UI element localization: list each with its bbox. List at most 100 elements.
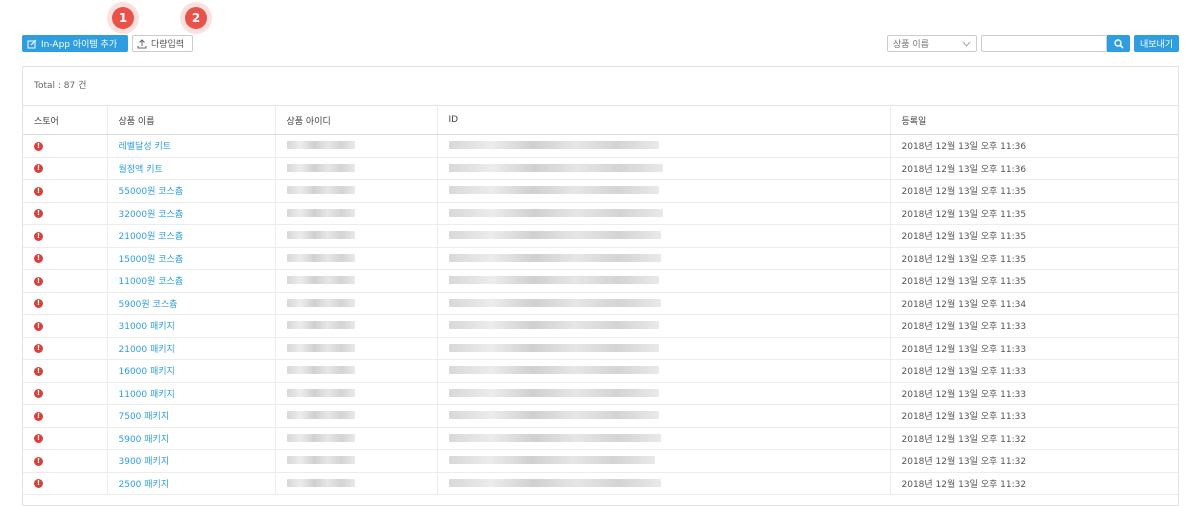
- step-badge-2: 2: [185, 7, 207, 29]
- product-name-cell[interactable]: 2500 패키지: [107, 472, 276, 495]
- column-header-registered-date[interactable]: 등록일: [890, 106, 1178, 135]
- product-id-cell: [275, 224, 438, 248]
- table-row[interactable]: ! 15000원 코스츔 2018년 12월 13일 오후 11:35: [23, 247, 1178, 270]
- product-name-link[interactable]: 21000 패키지: [119, 345, 175, 355]
- store-cell: !: [23, 224, 108, 248]
- product-name-cell[interactable]: 31000 패키지: [107, 314, 276, 338]
- bulk-input-label: 다량입력: [151, 40, 185, 50]
- registered-date-cell: 2018년 12월 13일 오후 11:35: [890, 269, 1178, 293]
- product-name-link[interactable]: 32000원 코스츔: [119, 210, 184, 220]
- id-cell: [437, 247, 891, 270]
- product-name-cell[interactable]: 11000 패키지: [107, 382, 276, 405]
- product-name-cell[interactable]: 55000원 코스츔: [107, 179, 276, 203]
- product-name-link[interactable]: 21000원 코스츔: [119, 232, 184, 242]
- redacted-product-id: [286, 231, 355, 240]
- product-name-cell[interactable]: 32000원 코스츔: [107, 202, 276, 225]
- column-header-product-id[interactable]: 상품 아이디: [275, 106, 438, 135]
- redacted-id: [448, 208, 663, 217]
- product-name-link[interactable]: 16000 패키지: [119, 367, 175, 377]
- items-table: 스토어 상품 이름 상품 아이디 ID 등록일 ! 레벨달성 키트 2018년 12…: [23, 106, 1178, 495]
- store-icon: !: [34, 254, 43, 264]
- table-row[interactable]: ! 3900 패키지 2018년 12월 13일 오후 11:32: [23, 449, 1178, 473]
- product-name-cell[interactable]: 15000원 코스츔: [107, 247, 276, 270]
- redacted-id: [448, 433, 661, 442]
- registered-date-cell: 2018년 12월 13일 오후 11:32: [890, 427, 1178, 450]
- product-name-link[interactable]: 5900원 코스츔: [119, 300, 178, 310]
- product-id-cell: [275, 449, 438, 473]
- table-row[interactable]: ! 2500 패키지 2018년 12월 13일 오후 11:32: [23, 472, 1178, 495]
- store-cell: !: [23, 472, 108, 495]
- id-cell: [437, 157, 891, 180]
- product-name-link[interactable]: 7500 패키지: [119, 412, 170, 422]
- search-input[interactable]: [981, 35, 1107, 52]
- redacted-id: [448, 298, 661, 307]
- table-row[interactable]: ! 레벨달성 키트 2018년 12월 13일 오후 11:36: [23, 134, 1178, 158]
- redacted-id: [448, 478, 661, 487]
- product-name-cell[interactable]: 11000원 코스츔: [107, 269, 276, 293]
- store-cell: !: [23, 247, 108, 270]
- redacted-id: [448, 231, 661, 240]
- store-icon: !: [34, 231, 43, 241]
- table-row[interactable]: ! 32000원 코스츔 2018년 12월 13일 오후 11:35: [23, 202, 1178, 225]
- product-name-cell[interactable]: 16000 패키지: [107, 359, 276, 383]
- table-row[interactable]: ! 11000원 코스츔 2018년 12월 13일 오후 11:35: [23, 269, 1178, 293]
- product-name-link[interactable]: 31000 패키지: [119, 322, 175, 332]
- product-id-cell: [275, 269, 438, 293]
- store-icon: !: [34, 299, 43, 309]
- redacted-product-id: [286, 276, 355, 285]
- id-cell: [437, 359, 891, 383]
- items-panel: Total : 87 건 스토어 상품 이름 상품 아이디 ID 등록일 ! 레벨…: [22, 66, 1179, 506]
- product-id-cell: [275, 427, 438, 450]
- id-cell: [437, 382, 891, 405]
- export-button[interactable]: 내보내기: [1134, 35, 1179, 52]
- table-row[interactable]: ! 월정액 키트 2018년 12월 13일 오후 11:36: [23, 157, 1178, 180]
- table-row[interactable]: ! 55000원 코스츔 2018년 12월 13일 오후 11:35: [23, 179, 1178, 203]
- store-cell: !: [23, 202, 108, 225]
- table-row[interactable]: ! 16000 패키지 2018년 12월 13일 오후 11:33: [23, 359, 1178, 383]
- add-in-app-item-label: In-App 아이템 추가: [41, 40, 118, 50]
- product-name-cell[interactable]: 21000 패키지: [107, 337, 276, 360]
- column-header-id[interactable]: ID: [437, 106, 891, 135]
- table-row[interactable]: ! 21000원 코스츔 2018년 12월 13일 오후 11:35: [23, 224, 1178, 248]
- product-name-link[interactable]: 11000 패키지: [119, 390, 175, 400]
- id-cell: [437, 427, 891, 450]
- table-row[interactable]: ! 31000 패키지 2018년 12월 13일 오후 11:33: [23, 314, 1178, 338]
- table-row[interactable]: ! 5900 패키지 2018년 12월 13일 오후 11:32: [23, 427, 1178, 450]
- column-header-store[interactable]: 스토어: [23, 106, 108, 135]
- product-name-link[interactable]: 5900 패키지: [119, 435, 170, 445]
- table-header-row: 스토어 상품 이름 상품 아이디 ID 등록일: [23, 106, 1178, 135]
- product-name-link[interactable]: 11000원 코스츔: [119, 277, 184, 287]
- product-name-cell[interactable]: 월정액 키트: [107, 157, 276, 180]
- product-name-link[interactable]: 15000원 코스츔: [119, 255, 184, 265]
- product-id-cell: [275, 134, 438, 158]
- add-in-app-item-button[interactable]: In-App 아이템 추가: [22, 35, 128, 52]
- redacted-product-id: [286, 253, 355, 262]
- column-header-product-name[interactable]: 상품 이름: [107, 106, 276, 135]
- product-name-link[interactable]: 레벨달성 키트: [119, 142, 172, 152]
- product-name-link[interactable]: 2500 패키지: [119, 480, 170, 490]
- search-field-select[interactable]: 상품 이름: [887, 35, 977, 52]
- table-row[interactable]: ! 7500 패키지 2018년 12월 13일 오후 11:33: [23, 404, 1178, 428]
- table-row[interactable]: ! 11000 패키지 2018년 12월 13일 오후 11:33: [23, 382, 1178, 405]
- search-button[interactable]: [1107, 35, 1130, 52]
- table-row[interactable]: ! 21000 패키지 2018년 12월 13일 오후 11:33: [23, 337, 1178, 360]
- registered-date-cell: 2018년 12월 13일 오후 11:33: [890, 337, 1178, 360]
- redacted-id: [448, 411, 659, 420]
- product-name-cell[interactable]: 5900 패키지: [107, 427, 276, 450]
- product-name-cell[interactable]: 3900 패키지: [107, 449, 276, 473]
- product-name-link[interactable]: 55000원 코스츔: [119, 187, 184, 197]
- registered-date-cell: 2018년 12월 13일 오후 11:33: [890, 314, 1178, 338]
- table-row[interactable]: ! 5900원 코스츔 2018년 12월 13일 오후 11:34: [23, 292, 1178, 315]
- product-name-cell[interactable]: 5900원 코스츔: [107, 292, 276, 315]
- product-name-cell[interactable]: 7500 패키지: [107, 404, 276, 428]
- product-name-link[interactable]: 월정액 키트: [119, 165, 163, 175]
- bulk-input-button[interactable]: 다량입력: [132, 35, 193, 52]
- redacted-product-id: [286, 163, 355, 172]
- product-id-cell: [275, 247, 438, 270]
- product-name-link[interactable]: 3900 패키지: [119, 457, 170, 467]
- product-id-cell: [275, 157, 438, 180]
- product-name-cell[interactable]: 레벨달성 키트: [107, 134, 276, 158]
- redacted-id: [448, 321, 659, 330]
- registered-date-cell: 2018년 12월 13일 오후 11:35: [890, 224, 1178, 248]
- product-name-cell[interactable]: 21000원 코스츔: [107, 224, 276, 248]
